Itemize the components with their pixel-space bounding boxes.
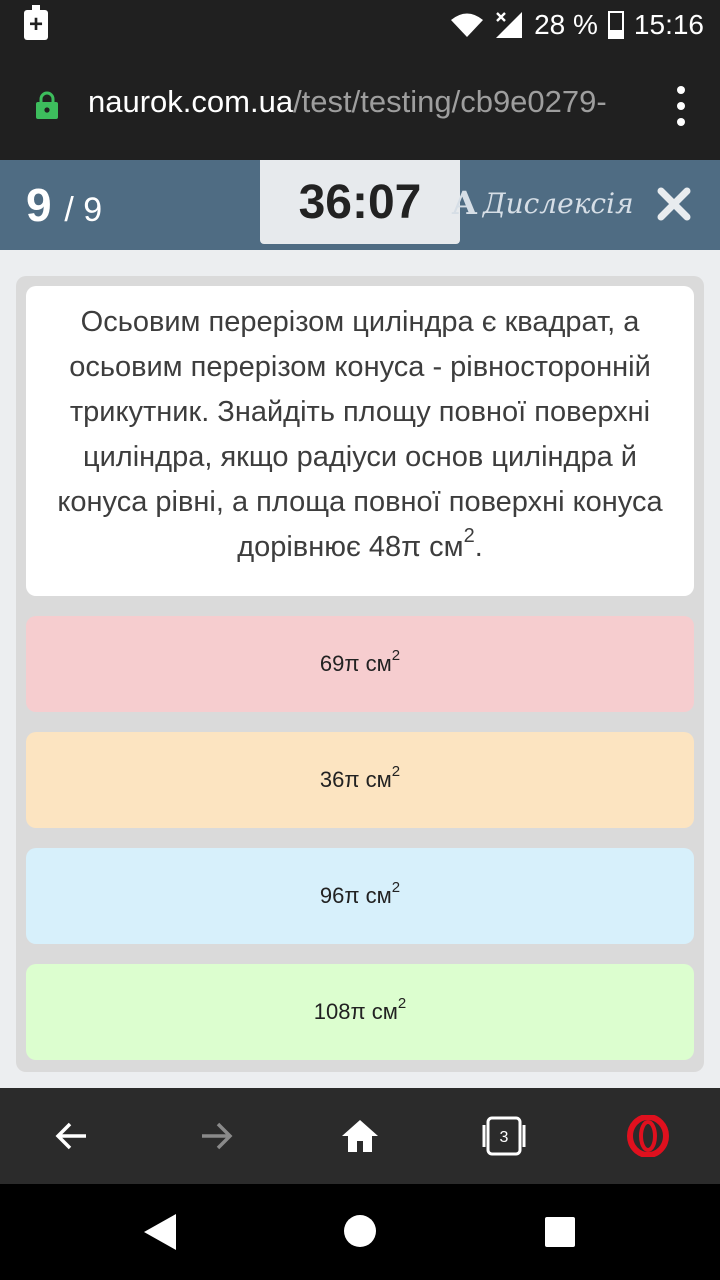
answer-label: 36π см2 bbox=[319, 762, 401, 792]
dyslexia-label: Дислексія bbox=[482, 186, 634, 220]
lock-icon bbox=[36, 91, 58, 119]
timer: 36:07 bbox=[260, 160, 460, 244]
home-icon[interactable] bbox=[330, 1106, 390, 1166]
answer-option-1[interactable]: 69π см2 bbox=[26, 616, 694, 712]
browser-menu-icon[interactable] bbox=[676, 86, 686, 126]
status-bar: + 28 % 15:16 bbox=[0, 0, 720, 50]
opera-icon[interactable] bbox=[618, 1106, 678, 1166]
tabs-icon[interactable]: 3 bbox=[474, 1106, 534, 1166]
answer-label: 108π см2 bbox=[313, 994, 407, 1024]
answer-label: 69π см2 bbox=[319, 646, 401, 676]
quiz-header: 9 / 9 36:07 A Дислексія bbox=[0, 160, 720, 250]
answer-label: 96π см2 bbox=[319, 878, 401, 908]
answer-option-3[interactable]: 96π см2 bbox=[26, 848, 694, 944]
battery-charging-icon: + bbox=[24, 5, 48, 40]
browser-bottom-bar: 3 bbox=[0, 1088, 720, 1184]
answer-option-4[interactable]: 108π см2 bbox=[26, 964, 694, 1060]
browser-address-bar[interactable]: naurok.com.ua/test/testing/cb9e0279- bbox=[0, 50, 720, 160]
dyslexia-toggle[interactable]: A Дислексія bbox=[452, 184, 634, 222]
signal-icon bbox=[496, 12, 523, 38]
close-icon[interactable] bbox=[656, 186, 692, 222]
answer-option-2[interactable]: 36π см2 bbox=[26, 732, 694, 828]
battery-percent: 28 % bbox=[534, 9, 598, 40]
wifi-icon bbox=[451, 13, 484, 37]
system-back-icon[interactable] bbox=[142, 1212, 178, 1252]
forward-arrow-icon[interactable] bbox=[186, 1106, 246, 1166]
question-card: Осьовим перерізом циліндра є квадрат, а … bbox=[16, 276, 704, 1072]
total-questions: / 9 bbox=[64, 191, 103, 229]
current-question-number: 9 bbox=[26, 179, 52, 231]
system-nav-bar bbox=[0, 1184, 720, 1280]
back-arrow-icon[interactable] bbox=[42, 1106, 102, 1166]
battery-icon bbox=[607, 11, 624, 39]
url-text[interactable]: naurok.com.ua/test/testing/cb9e0279- bbox=[88, 84, 607, 120]
question-counter: 9 / 9 bbox=[26, 178, 102, 232]
tabs-count: 3 bbox=[500, 1129, 509, 1146]
clock: 15:16 bbox=[633, 9, 704, 40]
system-home-icon[interactable] bbox=[343, 1214, 377, 1248]
question-text: Осьовим перерізом циліндра є квадрат, а … bbox=[26, 286, 694, 596]
font-icon: A bbox=[452, 184, 477, 222]
system-recents-icon[interactable] bbox=[544, 1216, 576, 1248]
